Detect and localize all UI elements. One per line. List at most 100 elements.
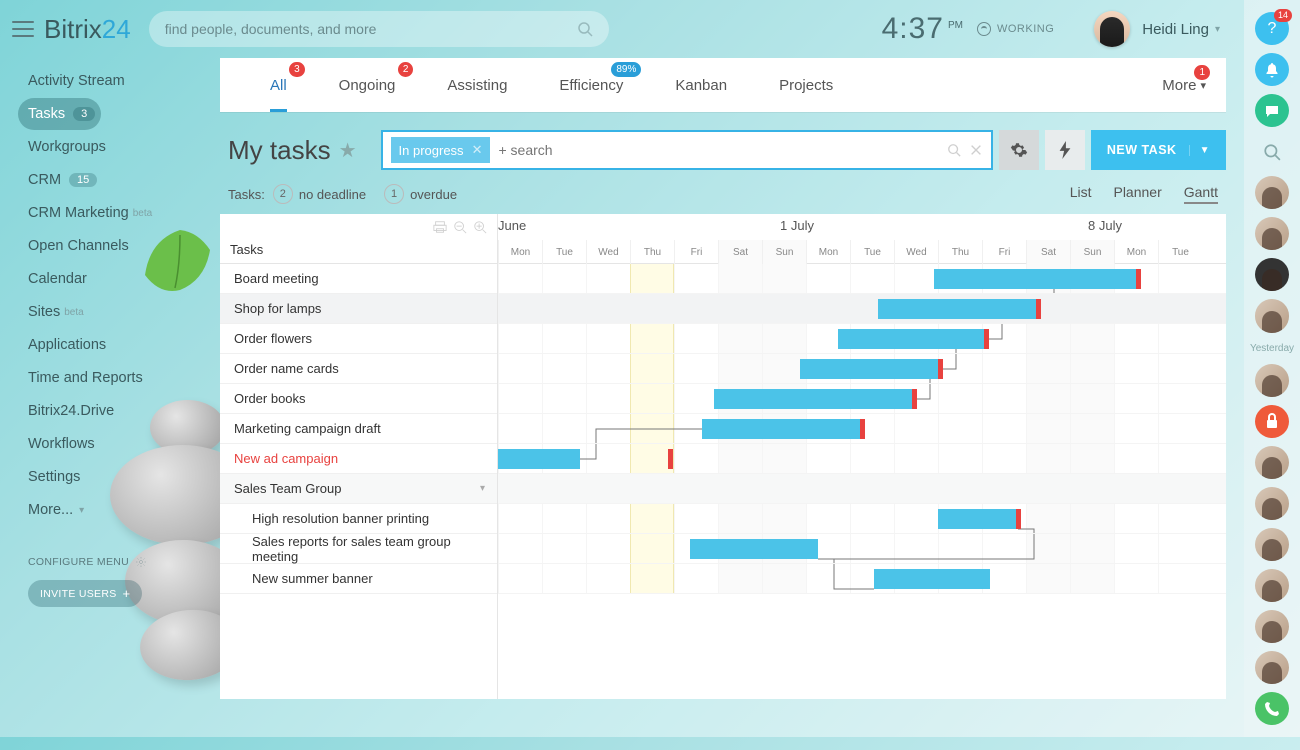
gantt-task-row[interactable]: Order flowers xyxy=(220,324,497,354)
overdue-link[interactable]: overdue xyxy=(410,187,457,202)
view-gantt[interactable]: Gantt xyxy=(1184,184,1218,204)
tab[interactable]: Efficiency89% xyxy=(533,58,649,112)
gantt-bar[interactable] xyxy=(690,539,818,559)
filter-chip[interactable]: In progress ✕ xyxy=(391,137,491,163)
contact-avatar[interactable] xyxy=(1255,610,1289,643)
gantt-day-header: Sat xyxy=(1026,240,1070,264)
gantt-bar[interactable] xyxy=(702,419,862,439)
new-task-dropdown-icon[interactable]: ▼ xyxy=(1189,145,1210,156)
gantt-day-header: Sat xyxy=(718,240,762,264)
gantt-task-row[interactable]: New summer banner xyxy=(220,564,497,594)
filter-chip-remove-icon[interactable]: ✕ xyxy=(472,142,483,158)
task-filter[interactable]: In progress ✕ xyxy=(381,130,993,170)
invite-users-button[interactable]: INVITE USERS+ xyxy=(28,580,142,607)
filter-clear-icon[interactable] xyxy=(969,143,983,157)
sidebar-item[interactable]: Open Channels xyxy=(18,230,210,262)
gantt-bar[interactable] xyxy=(938,509,1018,529)
lightning-icon xyxy=(1058,141,1072,159)
sidebar-item[interactable]: Time and Reports xyxy=(18,362,210,394)
new-task-button[interactable]: NEW TASK ▼ xyxy=(1091,130,1226,170)
sidebar-item[interactable]: Sitesbeta xyxy=(18,296,210,328)
gantt-timeline-row xyxy=(498,414,1226,444)
gantt-group-row[interactable]: Sales Team Group xyxy=(220,474,497,504)
gantt-bar[interactable] xyxy=(874,569,990,589)
no-deadline-link[interactable]: no deadline xyxy=(299,187,366,202)
sidebar-item[interactable]: Applications xyxy=(18,329,210,361)
sidebar-item[interactable]: CRM15 xyxy=(18,164,210,196)
gantt-bar[interactable] xyxy=(878,299,1038,319)
tab[interactable]: All3 xyxy=(244,58,313,112)
contact-avatar[interactable] xyxy=(1255,299,1289,332)
user-menu[interactable]: Heidi Ling ▾ xyxy=(1094,11,1220,47)
contact-avatar[interactable] xyxy=(1255,258,1289,291)
menu-toggle-icon[interactable] xyxy=(12,21,34,37)
gantt-task-row[interactable]: Order name cards xyxy=(220,354,497,384)
tabs-more[interactable]: More▾1 xyxy=(1162,77,1206,94)
lock-button[interactable] xyxy=(1255,405,1289,438)
help-badge: 14 xyxy=(1274,9,1292,22)
work-status[interactable]: WORKING xyxy=(977,22,1054,36)
view-list[interactable]: List xyxy=(1070,184,1092,204)
gantt-bar[interactable] xyxy=(934,269,1138,289)
favorite-star-icon[interactable]: ★ xyxy=(339,138,357,163)
sidebar-item[interactable]: Workflows xyxy=(18,428,210,460)
messages-button[interactable] xyxy=(1255,94,1289,127)
contact-avatar[interactable] xyxy=(1255,651,1289,684)
help-button[interactable]: ? 14 xyxy=(1255,12,1289,45)
no-deadline-count[interactable]: 2 xyxy=(273,184,293,204)
gantt-task-row[interactable]: High resolution banner printing xyxy=(220,504,497,534)
global-search-input[interactable] xyxy=(165,21,577,37)
filter-search-icon[interactable] xyxy=(947,143,961,157)
contact-avatar[interactable] xyxy=(1255,176,1289,209)
sidebar-item[interactable]: Calendar xyxy=(18,263,210,295)
notifications-button[interactable] xyxy=(1255,53,1289,86)
contact-avatar[interactable] xyxy=(1255,364,1289,397)
overdue-count[interactable]: 1 xyxy=(384,184,404,204)
contact-avatar[interactable] xyxy=(1255,487,1289,520)
contact-avatar[interactable] xyxy=(1255,446,1289,479)
gantt-task-row[interactable]: Board meeting xyxy=(220,264,497,294)
settings-gear-button[interactable] xyxy=(999,130,1039,170)
plus-icon: + xyxy=(123,586,131,601)
sidebar-item[interactable]: More...▾ xyxy=(18,494,210,526)
sidebar-item[interactable]: Activity Stream xyxy=(18,65,210,97)
sidebar-item[interactable]: CRM Marketingbeta xyxy=(18,197,210,229)
gantt-bar[interactable] xyxy=(838,329,986,349)
gantt-task-row[interactable]: Shop for lamps xyxy=(220,294,497,324)
lock-icon xyxy=(1265,413,1279,429)
gantt-task-row[interactable]: New ad campaign xyxy=(220,444,497,474)
tab[interactable]: Kanban xyxy=(649,58,753,112)
quick-action-button[interactable] xyxy=(1045,130,1085,170)
logo-text-b: 24 xyxy=(102,14,131,44)
global-search[interactable] xyxy=(149,11,609,47)
sidebar-item[interactable]: Tasks3 xyxy=(18,98,101,130)
phone-button[interactable] xyxy=(1255,692,1289,725)
gantt-task-row[interactable]: Marketing campaign draft xyxy=(220,414,497,444)
tab[interactable]: Projects xyxy=(753,58,859,112)
gantt-bar[interactable] xyxy=(800,359,940,379)
gantt-task-row[interactable]: Sales reports for sales team group meeti… xyxy=(220,534,497,564)
gantt-task-row[interactable]: Order books xyxy=(220,384,497,414)
print-icon[interactable] xyxy=(433,220,447,234)
tab[interactable]: Ongoing2 xyxy=(313,58,422,112)
filter-search-input[interactable] xyxy=(498,142,946,158)
sidebar-item[interactable]: Settings xyxy=(18,461,210,493)
view-planner[interactable]: Planner xyxy=(1113,184,1161,204)
configure-menu-link[interactable]: CONFIGURE MENU xyxy=(28,556,210,568)
sidebar-item[interactable]: Bitrix24.Drive xyxy=(18,395,210,427)
contact-avatar[interactable] xyxy=(1255,569,1289,602)
zoom-out-icon[interactable] xyxy=(453,220,467,234)
contact-avatar[interactable] xyxy=(1255,528,1289,561)
gantt-bar[interactable] xyxy=(714,389,914,409)
tab-badge: 2 xyxy=(398,62,414,77)
app-logo[interactable]: Bitrix24 xyxy=(44,14,131,45)
contact-avatar[interactable] xyxy=(1255,217,1289,250)
gantt-day-header: Wed xyxy=(894,240,938,264)
tab-label: Kanban xyxy=(675,77,727,94)
sidebar-item[interactable]: Workgroups xyxy=(18,131,210,163)
tab[interactable]: Assisting xyxy=(421,58,533,112)
rail-search-button[interactable] xyxy=(1255,135,1289,168)
gantt-bar[interactable] xyxy=(498,449,580,469)
zoom-in-icon[interactable] xyxy=(473,220,487,234)
gantt-timeline-row xyxy=(498,324,1226,354)
